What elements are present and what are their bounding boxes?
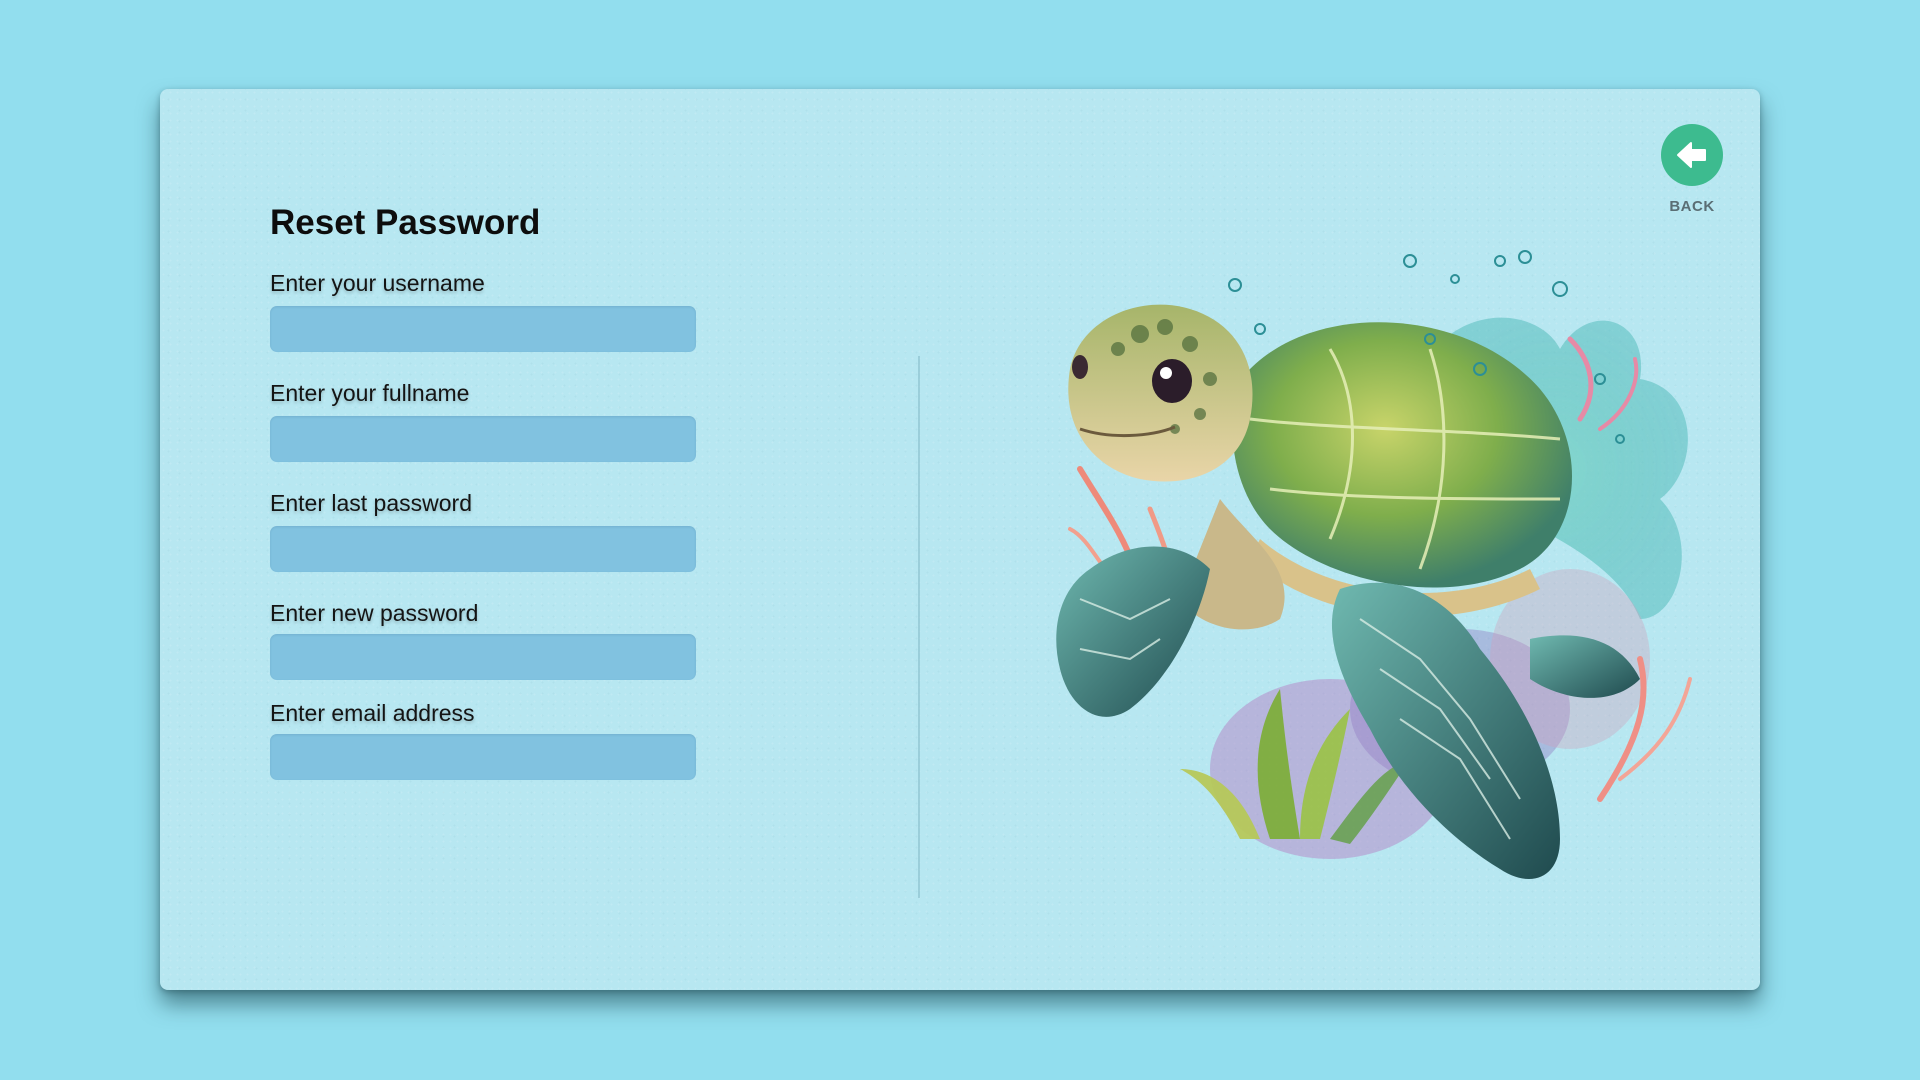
fullname-label: Enter your fullname — [270, 380, 470, 406]
new-password-label: Enter new password — [270, 600, 479, 626]
back-circle[interactable] — [1661, 124, 1723, 186]
email-label: Enter email address — [270, 700, 475, 726]
reset-password-card: Reset Password Enter your username Enter… — [160, 89, 1760, 990]
username-label: Enter your username — [270, 270, 485, 296]
reset-password-form: Reset Password Enter your username Enter… — [270, 199, 700, 780]
turtle-eye — [1152, 359, 1192, 403]
username-input[interactable] — [270, 306, 696, 352]
new-password-input[interactable] — [270, 634, 696, 680]
last-password-input[interactable] — [270, 526, 696, 572]
sea-turtle-illustration — [1056, 250, 1692, 879]
last-password-label: Enter last password — [270, 490, 472, 516]
email-input[interactable] — [270, 734, 696, 780]
back-button[interactable]: BACK — [1652, 124, 1732, 215]
fullname-input[interactable] — [270, 416, 696, 462]
back-label: BACK — [1669, 198, 1715, 215]
arrow-left-icon — [1677, 142, 1706, 168]
vertical-divider — [918, 356, 920, 898]
page-title: Reset Password — [270, 203, 541, 242]
